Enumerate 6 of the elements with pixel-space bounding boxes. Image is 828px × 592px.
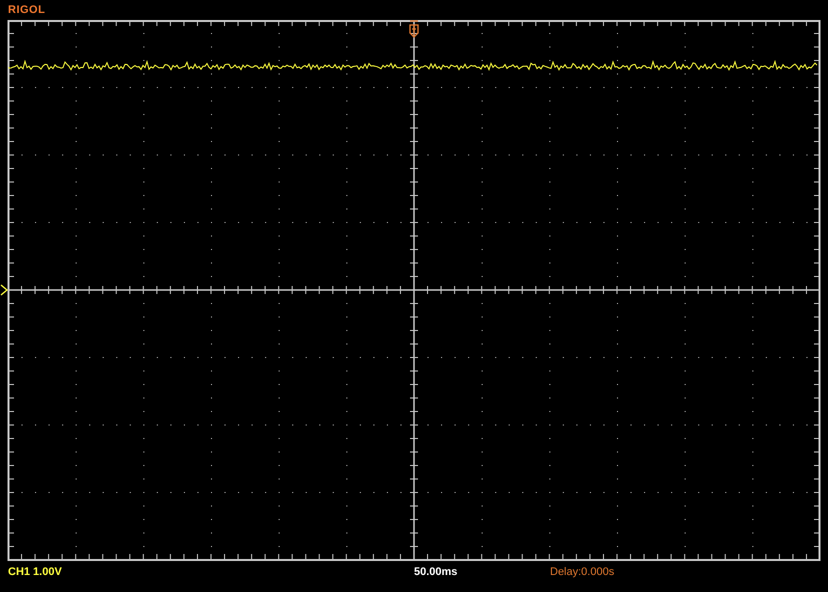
brand-logo: RIGOL [8, 4, 46, 16]
trigger-delay: Delay:0.000s [550, 566, 614, 578]
trigger-marker-icon [409, 20, 419, 38]
ground-marker-icon [0, 284, 8, 296]
channel-scale: CH1 1.00V [8, 566, 63, 578]
timebase: 50.00ms [414, 566, 458, 578]
